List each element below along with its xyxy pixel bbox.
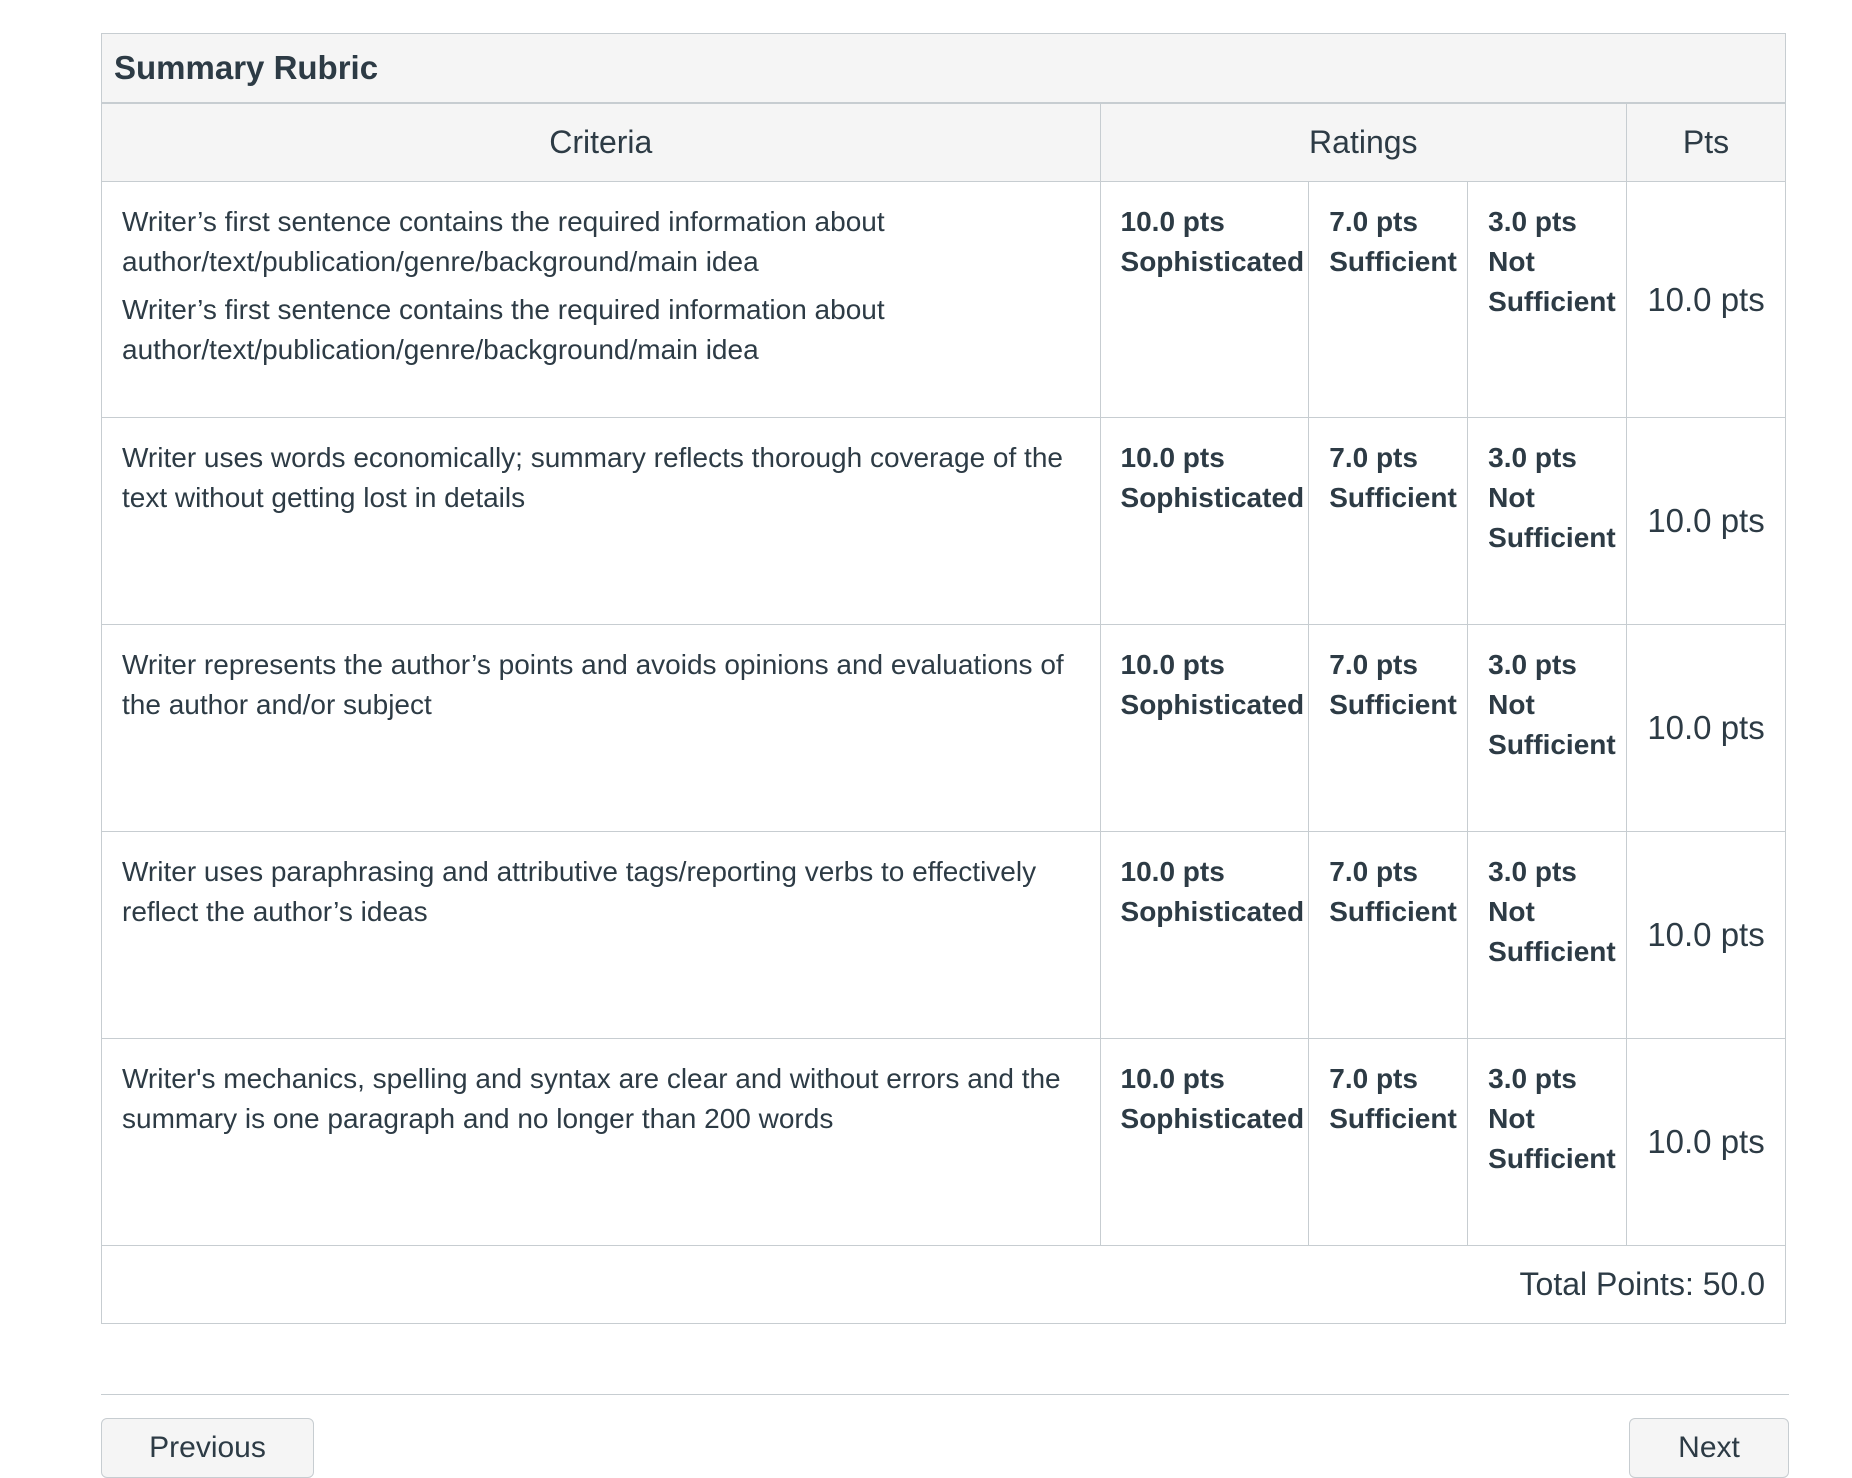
criterion-pts: 10.0 pts [1626,831,1786,1039]
criterion-description-cell: Writer's mechanics, spelling and syntax … [101,1038,1101,1246]
rating-points: 7.0 pts [1329,206,1418,237]
rating-label: Sophisticated [1120,482,1305,513]
rubric-title: Summary Rubric [114,49,379,86]
rating-not-sufficient[interactable]: 3.0 pts Not Sufficient [1467,831,1628,1039]
rating-label: Not Sufficient [1488,482,1616,553]
total-points: Total Points: 50.0 [101,1245,1786,1324]
criterion-description-cell: Writer represents the author’s points an… [101,624,1101,832]
ratings-header: Ratings [1099,103,1628,182]
criterion-description: Writer uses paraphrasing and attributive… [122,856,1037,927]
rating-points: 10.0 pts [1120,442,1225,473]
criterion-description: Writer's mechanics, spelling and syntax … [122,1063,1061,1134]
rating-label: Not Sufficient [1488,689,1616,760]
criterion-description: Writer uses words economically; summary … [122,442,1063,513]
rating-points: 10.0 pts [1120,856,1225,887]
rating-not-sufficient[interactable]: 3.0 pts Not Sufficient [1467,417,1628,625]
rating-label: Not Sufficient [1488,1103,1616,1174]
rating-label: Sufficient [1329,689,1457,720]
total-row: Total Points: 50.0 [101,1245,1786,1324]
criterion-description-cell: Writer’s first sentence contains the req… [101,181,1101,418]
criteria-header: Criteria [101,103,1101,182]
rating-sufficient[interactable]: 7.0 pts Sufficient [1308,181,1469,418]
rating-points: 7.0 pts [1329,1063,1418,1094]
rating-sufficient[interactable]: 7.0 pts Sufficient [1308,831,1469,1039]
rating-label: Sufficient [1329,482,1457,513]
rating-sophisticated[interactable]: 10.0 pts Sophisticated [1099,181,1310,418]
criterion-description: Writer represents the author’s points an… [122,649,1064,720]
rating-label: Sophisticated [1120,689,1305,720]
rating-label: Not Sufficient [1488,896,1616,967]
rating-points: 7.0 pts [1329,856,1418,887]
rating-label: Sufficient [1329,896,1457,927]
rating-sophisticated[interactable]: 10.0 pts Sophisticated [1099,1038,1310,1246]
criterion-row: Writer’s first sentence contains the req… [101,181,1786,418]
rating-points: 3.0 pts [1488,856,1577,887]
rating-sufficient[interactable]: 7.0 pts Sufficient [1308,417,1469,625]
rating-points: 7.0 pts [1329,649,1418,680]
criterion-pts: 10.0 pts [1626,181,1786,418]
rubric-title-bar: Summary Rubric [101,33,1786,103]
criterion-row: Writer uses words economically; summary … [101,417,1786,625]
criterion-row: Writer uses paraphrasing and attributive… [101,831,1786,1039]
next-button[interactable]: Next [1629,1418,1789,1478]
rating-sophisticated[interactable]: 10.0 pts Sophisticated [1099,417,1310,625]
rating-not-sufficient[interactable]: 3.0 pts Not Sufficient [1467,181,1628,418]
rating-points: 10.0 pts [1120,206,1225,237]
rating-sophisticated[interactable]: 10.0 pts Sophisticated [1099,831,1310,1039]
rating-sophisticated[interactable]: 10.0 pts Sophisticated [1099,624,1310,832]
rating-points: 3.0 pts [1488,649,1577,680]
criterion-pts: 10.0 pts [1626,1038,1786,1246]
previous-button[interactable]: Previous [101,1418,314,1478]
rating-points: 3.0 pts [1488,442,1577,473]
rating-label: Sufficient [1329,1103,1457,1134]
rubric-container: Summary Rubric Criteria Ratings Pts Writ… [101,33,1786,1324]
rating-points: 3.0 pts [1488,206,1577,237]
pts-header: Pts [1626,103,1786,182]
rating-sufficient[interactable]: 7.0 pts Sufficient [1308,624,1469,832]
rating-sufficient[interactable]: 7.0 pts Sufficient [1308,1038,1469,1246]
criterion-description: Writer’s first sentence contains the req… [122,206,885,277]
rating-not-sufficient[interactable]: 3.0 pts Not Sufficient [1467,624,1628,832]
criterion-row: Writer represents the author’s points an… [101,624,1786,832]
rating-points: 7.0 pts [1329,442,1418,473]
rubric-table: Criteria Ratings Pts Writer’s first sent… [101,103,1786,1324]
rating-not-sufficient[interactable]: 3.0 pts Not Sufficient [1467,1038,1628,1246]
rating-label: Not Sufficient [1488,246,1616,317]
rating-label: Sophisticated [1120,1103,1305,1134]
rating-label: Sophisticated [1120,896,1305,927]
criterion-pts: 10.0 pts [1626,417,1786,625]
rubric-body: Writer’s first sentence contains the req… [101,181,1786,1324]
criterion-long-description: Writer’s first sentence contains the req… [122,294,885,365]
criterion-description-cell: Writer uses words economically; summary … [101,417,1101,625]
rubric-header-row: Criteria Ratings Pts [101,103,1786,182]
criterion-pts: 10.0 pts [1626,624,1786,832]
rating-points: 10.0 pts [1120,1063,1225,1094]
rating-label: Sufficient [1329,246,1457,277]
rating-label: Sophisticated [1120,246,1305,277]
criterion-row: Writer's mechanics, spelling and syntax … [101,1038,1786,1246]
rating-points: 3.0 pts [1488,1063,1577,1094]
criterion-description-cell: Writer uses paraphrasing and attributive… [101,831,1101,1039]
rating-points: 10.0 pts [1120,649,1225,680]
footer-divider [101,1394,1789,1395]
